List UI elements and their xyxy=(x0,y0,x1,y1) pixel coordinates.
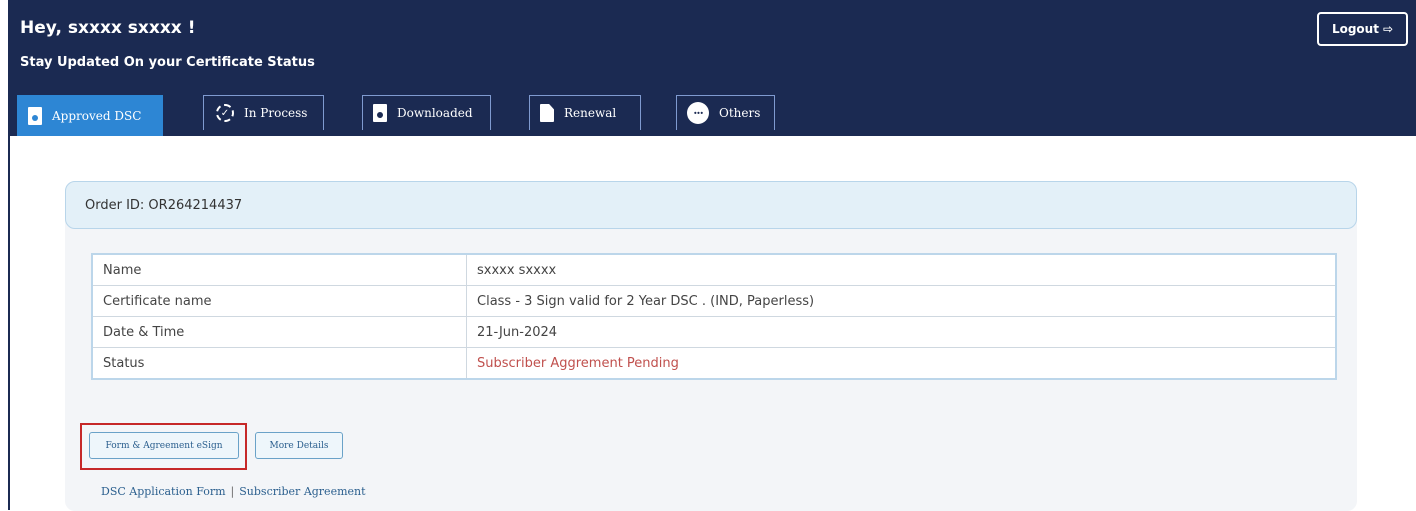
tab-label: Renewal xyxy=(564,106,617,120)
logout-arrow-icon: ⇨ xyxy=(1382,22,1394,36)
tab-others[interactable]: ··· Others xyxy=(676,95,775,130)
document-links: DSC Application Form | Subscriber Agreemen… xyxy=(101,485,366,498)
progress-icon: ✓ xyxy=(216,104,234,122)
tab-downloaded[interactable]: Downloaded xyxy=(362,95,491,130)
tab-in-process[interactable]: ✓ In Process xyxy=(203,95,324,130)
document-icon xyxy=(373,104,387,122)
document-icon xyxy=(28,107,42,125)
logout-button[interactable]: Logout ⇨ xyxy=(1317,12,1408,46)
subscriber-agreement-link[interactable]: Subscriber Agreement xyxy=(239,485,365,498)
table-row: Status Subscriber Aggrement Pending xyxy=(91,347,1337,380)
status-value: Subscriber Aggrement Pending xyxy=(466,347,1337,380)
status-tabs: Approved DSC ✓ In Process Downloaded Ren… xyxy=(10,95,1416,136)
form-agreement-esign-button[interactable]: Form & Agreement eSign xyxy=(89,432,239,459)
greeting-title: Hey, sxxxx sxxxx ! xyxy=(20,18,196,38)
row-value: sxxxx sxxxx xyxy=(466,253,1337,286)
row-label: Status xyxy=(91,347,467,380)
tab-content: Order ID: OR264214437 Name sxxxx sxxxx C… xyxy=(10,136,1416,511)
tab-label: Approved DSC xyxy=(52,109,142,123)
row-value: 21-Jun-2024 xyxy=(466,316,1337,348)
more-dots-icon: ··· xyxy=(687,102,709,124)
table-row: Name sxxxx sxxxx xyxy=(91,253,1337,286)
header: Hey, sxxxx sxxxx ! Stay Updated On your … xyxy=(10,0,1416,136)
table-row: Date & Time 21-Jun-2024 xyxy=(91,316,1337,348)
row-label: Date & Time xyxy=(91,316,467,348)
row-label: Certificate name xyxy=(91,285,467,317)
file-icon xyxy=(540,104,554,122)
order-details-table: Name sxxxx sxxxx Certificate name Class … xyxy=(91,253,1337,380)
tab-renewal[interactable]: Renewal xyxy=(529,95,641,130)
more-details-button[interactable]: More Details xyxy=(255,432,343,459)
tab-approved-dsc[interactable]: Approved DSC xyxy=(17,95,163,136)
logout-label: Logout xyxy=(1331,22,1379,36)
table-row: Certificate name Class - 3 Sign valid fo… xyxy=(91,285,1337,317)
order-card: Order ID: OR264214437 Name sxxxx sxxxx C… xyxy=(65,181,1357,511)
tab-label: Others xyxy=(719,106,761,120)
row-label: Name xyxy=(91,253,467,286)
order-id-header: Order ID: OR264214437 xyxy=(65,181,1357,229)
row-value: Class - 3 Sign valid for 2 Year DSC . (I… xyxy=(466,285,1337,317)
link-separator: | xyxy=(230,485,235,498)
app-frame: Hey, sxxxx sxxxx ! Stay Updated On your … xyxy=(8,0,1416,511)
tab-label: In Process xyxy=(244,106,308,120)
header-subtitle: Stay Updated On your Certificate Status xyxy=(20,55,315,70)
dsc-application-form-link[interactable]: DSC Application Form xyxy=(101,485,226,498)
tab-label: Downloaded xyxy=(397,106,473,120)
